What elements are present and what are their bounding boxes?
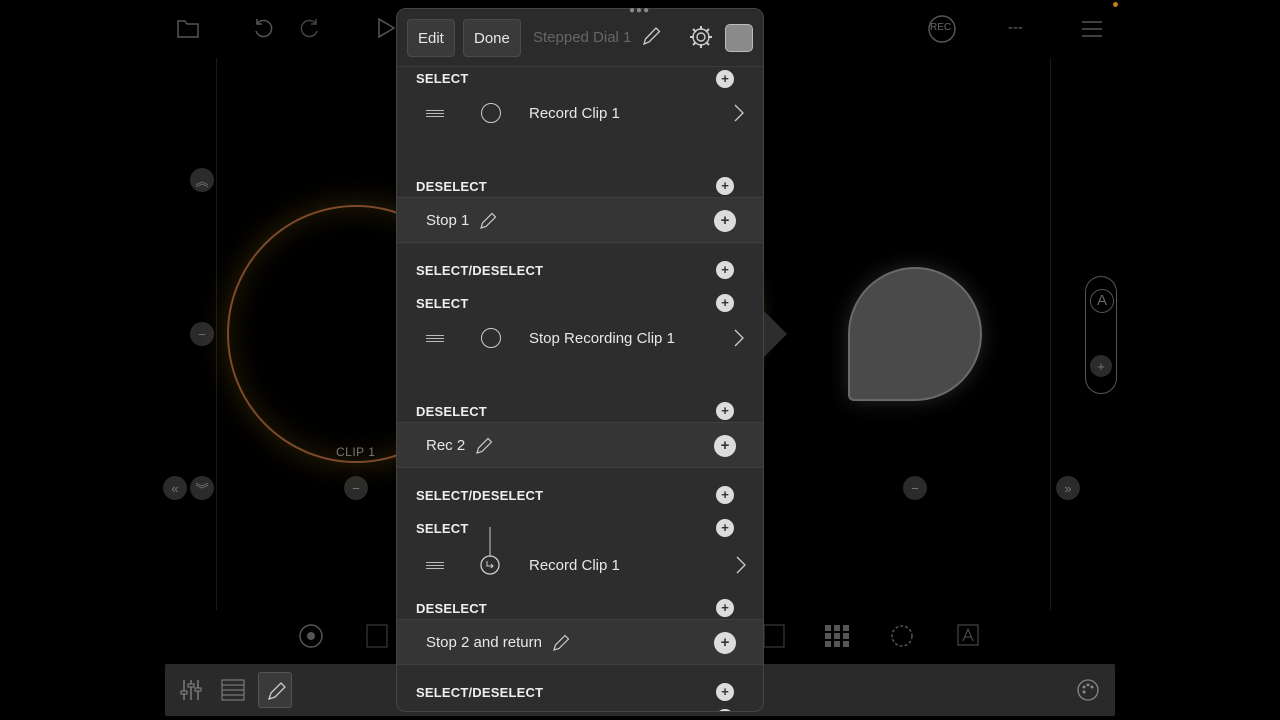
target-icon[interactable]: [298, 623, 324, 649]
add-button[interactable]: +: [716, 261, 734, 279]
message-row[interactable]: Stop 2 and return +: [397, 619, 763, 665]
waveform-icon[interactable]: [366, 624, 388, 648]
forward-button[interactable]: »: [1056, 476, 1080, 500]
action-label: Record Clip 1: [529, 105, 620, 122]
redo-icon[interactable]: [298, 16, 322, 40]
edit-pencil-button[interactable]: [258, 672, 292, 708]
grid-icon[interactable]: [824, 624, 850, 648]
message-label: Stop 1: [426, 212, 470, 229]
add-button[interactable]: +: [716, 599, 734, 617]
side-add-button[interactable]: +: [1090, 355, 1112, 377]
drag-handle-icon[interactable]: [426, 110, 444, 119]
mixer-icon[interactable]: [179, 678, 203, 702]
palette-icon[interactable]: [1076, 678, 1100, 702]
decrease-button[interactable]: −: [190, 322, 214, 346]
add-button[interactable]: +: [716, 70, 734, 88]
drag-handle-icon[interactable]: [426, 335, 444, 344]
add-button[interactable]: +: [716, 177, 734, 195]
section-header: SELECT: [416, 296, 469, 311]
message-label: Rec 2: [426, 437, 466, 454]
record-label: REC: [930, 22, 952, 33]
add-message-button[interactable]: +: [714, 435, 736, 457]
list-item[interactable]: Record Clip 1: [397, 91, 763, 137]
message-label: Stop 2 and return: [426, 634, 542, 651]
section-header: DESELECT: [416, 601, 487, 616]
table-icon[interactable]: [763, 624, 785, 648]
dial-minus-button[interactable]: −: [344, 476, 368, 500]
return-icon: [479, 527, 501, 577]
dial-label: CLIP 1: [336, 445, 376, 459]
list-item[interactable]: Record Clip 1: [397, 527, 763, 581]
pencil-icon[interactable]: [475, 435, 495, 460]
action-label: Record Clip 1: [529, 557, 620, 574]
panel-toolbar: Edit Done Stepped Dial 1: [397, 9, 763, 67]
section-header: SELECT/DESELECT: [416, 685, 544, 700]
add-button[interactable]: +: [716, 486, 734, 504]
list-icon[interactable]: [221, 679, 245, 701]
dial-icon[interactable]: [889, 623, 915, 649]
chevron-right-icon[interactable]: [734, 104, 744, 127]
text-icon[interactable]: [957, 624, 979, 646]
add-button[interactable]: +: [716, 402, 734, 420]
chevron-right-icon[interactable]: [736, 556, 746, 579]
scroll-up-button[interactable]: ︽: [190, 168, 214, 192]
chevron-right-icon[interactable]: [734, 329, 744, 352]
folder-icon[interactable]: [176, 17, 200, 39]
circle-icon: [481, 103, 501, 123]
edit-panel: Edit Done Stepped Dial 1 SELECT + Record…: [396, 8, 764, 712]
stage-divider: [1050, 58, 1051, 610]
scroll-down-button[interactable]: ︾: [190, 476, 214, 500]
undo-icon[interactable]: [251, 16, 275, 40]
section-header: DESELECT: [416, 179, 487, 194]
rewind-button[interactable]: «: [163, 476, 187, 500]
add-message-button[interactable]: +: [714, 210, 736, 232]
notification-dot: [1113, 2, 1118, 7]
gear-icon[interactable]: [688, 24, 714, 55]
add-button[interactable]: +: [716, 709, 734, 711]
edit-button[interactable]: Edit: [407, 19, 455, 57]
color-swatch[interactable]: [725, 24, 753, 52]
list-item[interactable]: Stop Recording Clip 1: [397, 316, 763, 362]
circle-icon: [481, 328, 501, 348]
drop-pad[interactable]: [848, 267, 982, 401]
add-message-button[interactable]: +: [714, 632, 736, 654]
play-icon[interactable]: [376, 17, 396, 39]
section-header: SELECT: [416, 71, 469, 86]
pencil-icon[interactable]: [641, 24, 663, 53]
drag-handle-icon[interactable]: [426, 562, 444, 571]
section-header: SELECT: [416, 521, 469, 536]
add-button[interactable]: +: [716, 294, 734, 312]
record-icon[interactable]: REC: [927, 14, 957, 44]
add-button[interactable]: +: [716, 683, 734, 701]
message-row[interactable]: Rec 2 +: [397, 422, 763, 468]
dash-indicator: ---: [1008, 19, 1023, 36]
pad-minus-button[interactable]: −: [903, 476, 927, 500]
side-control-pill: A +: [1085, 276, 1117, 394]
panel-pointer: [763, 310, 787, 358]
a-letter-icon[interactable]: A: [1090, 289, 1114, 313]
pencil-icon: [267, 682, 286, 701]
section-header: DESELECT: [416, 404, 487, 419]
done-button[interactable]: Done: [463, 19, 521, 57]
pencil-icon[interactable]: [552, 632, 572, 657]
menu-icon[interactable]: [1081, 20, 1103, 38]
control-name: Stepped Dial 1: [533, 29, 632, 46]
stage-divider: [216, 58, 217, 610]
section-header: SELECT/DESELECT: [416, 263, 544, 278]
pencil-icon[interactable]: [479, 210, 499, 235]
message-row[interactable]: Stop 1 +: [397, 197, 763, 243]
panel-grip-icon[interactable]: ●●●: [629, 5, 650, 16]
action-label: Stop Recording Clip 1: [529, 330, 675, 347]
section-header: SELECT/DESELECT: [416, 488, 544, 503]
